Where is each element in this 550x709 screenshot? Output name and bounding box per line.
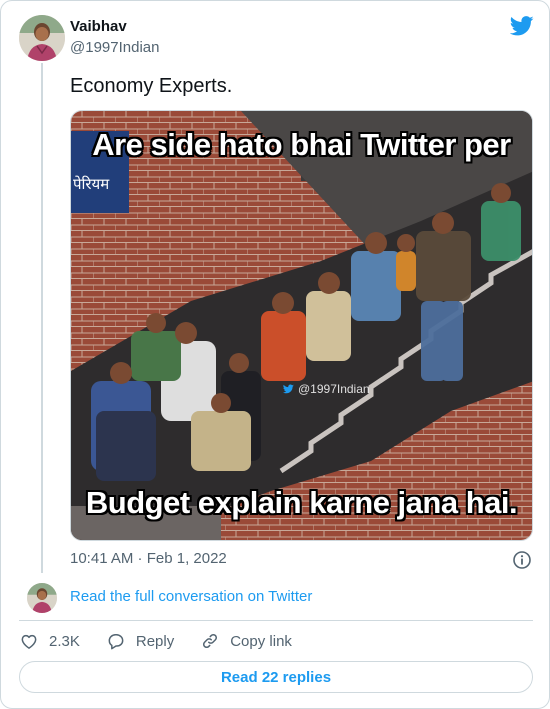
copy-link-button[interactable]: Copy link: [200, 631, 292, 651]
tweet-card: Vaibhav @1997Indian Economy Experts. पेर…: [0, 0, 550, 709]
heart-icon: [21, 634, 37, 649]
meme-photo: पेरियम: [71, 111, 532, 540]
thread-line: [41, 63, 43, 573]
info-icon[interactable]: [512, 550, 532, 570]
tweet-actions-bar: 2.3K Reply Copy link: [19, 630, 318, 652]
tweet-media-image[interactable]: पेरियम Are side hato bhai Twitter per @1…: [70, 110, 533, 541]
tweet-timestamp[interactable]: 10:41 AM · Feb 1, 2022: [70, 550, 227, 567]
meme-bottom-caption: Budget explain karne jana hai.: [85, 485, 518, 520]
read-full-conversation-link[interactable]: Read the full conversation on Twitter: [70, 588, 312, 605]
reply-bubble-icon: [108, 634, 124, 650]
author-handle[interactable]: @1997Indian: [70, 39, 159, 56]
tweet-text: Economy Experts.: [70, 75, 233, 97]
twitter-bird-icon: [283, 384, 294, 394]
link-icon: [203, 633, 218, 649]
watermark-text: @1997Indian: [298, 382, 370, 396]
like-button[interactable]: 2.3K: [19, 631, 80, 651]
author-avatar[interactable]: [19, 15, 65, 61]
copy-link-label: Copy link: [230, 632, 292, 650]
divider: [19, 620, 533, 621]
read-replies-button[interactable]: Read 22 replies: [19, 661, 533, 693]
like-count: 2.3K: [49, 632, 80, 650]
reply-label: Reply: [135, 632, 175, 650]
image-watermark: @1997Indian: [283, 382, 370, 396]
author-name[interactable]: Vaibhav: [70, 18, 127, 35]
reply-button[interactable]: Reply: [106, 631, 174, 651]
conversation-avatar[interactable]: [27, 583, 57, 613]
twitter-bird-icon[interactable]: [510, 15, 534, 37]
meme-top-caption: Are side hato bhai Twitter per: [92, 127, 511, 162]
sign-text: पेरियम: [73, 175, 110, 193]
